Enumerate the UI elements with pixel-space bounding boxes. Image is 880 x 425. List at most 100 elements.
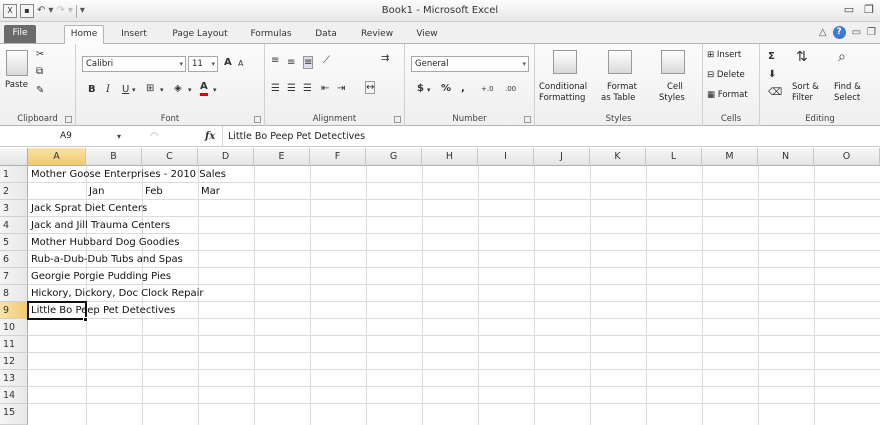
alignment-launcher-icon[interactable] <box>394 116 401 123</box>
cell-styles-icon[interactable] <box>661 50 685 74</box>
column-header-n[interactable]: N <box>758 148 814 166</box>
paste-icon[interactable] <box>6 50 28 76</box>
font-color-dropdown-icon[interactable]: ▾ <box>213 83 217 97</box>
cell-a4[interactable]: Jack and Jill Trauma Centers <box>28 217 170 234</box>
font-size-combo[interactable]: 11 ▾ <box>188 56 218 72</box>
formula-cancel-icon[interactable]: ◠ <box>150 128 159 145</box>
row-header-5[interactable]: 5 <box>0 234 28 251</box>
clear-icon[interactable]: ⌫ <box>768 86 782 100</box>
cell-a1[interactable]: Mother Goose Enterprises - 2010 Sales <box>28 166 226 183</box>
column-header-i[interactable]: I <box>478 148 534 166</box>
clipboard-launcher-icon[interactable] <box>65 116 72 123</box>
column-header-k[interactable]: K <box>590 148 646 166</box>
delete-cells-button[interactable]: ⊟ Delete <box>707 70 745 80</box>
bottom-align-icon[interactable]: ≡ <box>303 56 314 69</box>
workbook-restore-icon[interactable]: ❐ <box>867 26 876 40</box>
fill-color-dropdown-icon[interactable]: ▾ <box>188 83 192 97</box>
format-painter-icon[interactable]: ✎ <box>36 84 44 98</box>
cell-d2[interactable]: Mar <box>198 183 220 200</box>
cell-c2[interactable]: Feb <box>142 183 163 200</box>
cell-styles-button[interactable]: Cell <box>667 82 683 92</box>
cell-b2[interactable]: Jan <box>86 183 104 200</box>
grow-font-icon[interactable]: A <box>224 56 232 70</box>
orientation-icon[interactable]: ⟋ <box>323 54 330 68</box>
name-box[interactable]: A9 ▾ <box>30 128 125 145</box>
column-header-f[interactable]: F <box>310 148 366 166</box>
cell-a8[interactable]: Hickory, Dickory, Doc Clock Repair <box>28 285 204 302</box>
font-color-icon[interactable]: A <box>200 81 208 96</box>
help-icon[interactable]: ? <box>832 26 846 39</box>
shrink-font-icon[interactable]: A <box>238 57 243 71</box>
cell-a3[interactable]: Jack Sprat Diet Centers <box>28 200 147 217</box>
copy-icon[interactable]: ⧉ <box>36 65 43 79</box>
active-cell-border[interactable] <box>27 301 87 320</box>
tab-review[interactable]: Review <box>354 26 400 44</box>
tab-view[interactable]: View <box>410 26 444 44</box>
format-as-table-label[interactable]: as Table <box>601 93 635 103</box>
column-header-g[interactable]: G <box>366 148 422 166</box>
insert-function-icon[interactable]: fx <box>205 128 215 145</box>
fill-color-icon[interactable]: ◈ <box>174 82 182 96</box>
underline-button[interactable]: U <box>122 83 129 97</box>
borders-icon[interactable]: ⊞ <box>146 82 154 96</box>
tab-file[interactable]: File <box>4 25 36 43</box>
middle-align-icon[interactable]: ≡ <box>287 56 295 70</box>
increase-decimal-icon[interactable]: +.0 <box>481 82 494 96</box>
conditional-formatting-button[interactable]: Conditional <box>539 82 587 92</box>
autosum-icon[interactable]: Σ <box>768 50 775 64</box>
format-cells-button[interactable]: ▦ Format <box>707 90 748 100</box>
row-header-7[interactable]: 7 <box>0 268 28 285</box>
font-name-combo[interactable]: Calibri ▾ <box>82 56 186 72</box>
increase-indent-icon[interactable]: ⇥ <box>337 82 345 96</box>
italic-button[interactable]: I <box>106 83 110 97</box>
row-header-6[interactable]: 6 <box>0 251 28 268</box>
restore-icon[interactable]: ❐ <box>862 2 876 18</box>
column-header-l[interactable]: L <box>646 148 702 166</box>
formula-input[interactable]: Little Bo Peep Pet Detectives <box>228 128 365 145</box>
decrease-decimal-icon[interactable]: .00 <box>505 82 516 96</box>
merge-center-icon[interactable]: ↔ <box>365 81 376 94</box>
row-header-8[interactable]: 8 <box>0 285 28 302</box>
tab-page-layout[interactable]: Page Layout <box>166 26 234 44</box>
currency-button[interactable]: $ <box>417 82 424 96</box>
workbook-minimize-icon[interactable]: ▭ <box>852 26 861 40</box>
column-header-h[interactable]: H <box>422 148 478 166</box>
column-header-m[interactable]: M <box>702 148 758 166</box>
underline-dropdown-icon[interactable]: ▾ <box>132 83 136 97</box>
percent-button[interactable]: % <box>441 82 451 96</box>
cut-icon[interactable]: ✂ <box>36 48 44 62</box>
comma-button[interactable]: , <box>461 82 465 96</box>
find-select-label[interactable]: Select <box>834 93 860 103</box>
align-left-icon[interactable]: ☰ <box>271 82 280 96</box>
column-header-e[interactable]: E <box>254 148 310 166</box>
find-select-button[interactable]: Find & <box>834 82 861 92</box>
decrease-indent-icon[interactable]: ⇤ <box>321 82 329 96</box>
bold-button[interactable]: B <box>88 83 96 97</box>
borders-dropdown-icon[interactable]: ▾ <box>160 83 164 97</box>
row-header-11[interactable]: 11 <box>0 336 28 353</box>
fill-icon[interactable]: ⬇ <box>768 68 776 82</box>
cell-styles-label[interactable]: Styles <box>659 93 685 103</box>
tab-data[interactable]: Data <box>308 26 344 44</box>
row-header-9[interactable]: 9 <box>0 302 28 319</box>
row-header-1[interactable]: 1 <box>0 166 28 183</box>
cell-a7[interactable]: Georgie Porgie Pudding Pies <box>28 268 171 285</box>
row-header-15[interactable]: 15 <box>0 404 28 425</box>
number-format-combo[interactable]: General ▾ <box>411 56 529 72</box>
align-center-icon[interactable]: ☰ <box>287 82 296 96</box>
align-right-icon[interactable]: ☰ <box>303 82 312 96</box>
tab-insert[interactable]: Insert <box>114 26 154 44</box>
minimize-ribbon-icon[interactable]: △ <box>819 26 827 40</box>
cell-a5[interactable]: Mother Hubbard Dog Goodies <box>28 234 179 251</box>
format-as-table-button[interactable]: Format <box>607 82 637 92</box>
font-launcher-icon[interactable] <box>254 116 261 123</box>
minimize-icon[interactable]: ▭ <box>842 2 856 18</box>
row-header-13[interactable]: 13 <box>0 370 28 387</box>
column-header-j[interactable]: J <box>534 148 590 166</box>
number-launcher-icon[interactable] <box>524 116 531 123</box>
conditional-formatting-label[interactable]: Formatting <box>539 93 585 103</box>
cell-a6[interactable]: Rub-a-Dub-Dub Tubs and Spas <box>28 251 183 268</box>
sort-filter-button[interactable]: Sort & <box>792 82 819 92</box>
format-as-table-icon[interactable] <box>608 50 632 74</box>
column-header-a[interactable]: A <box>28 148 86 166</box>
